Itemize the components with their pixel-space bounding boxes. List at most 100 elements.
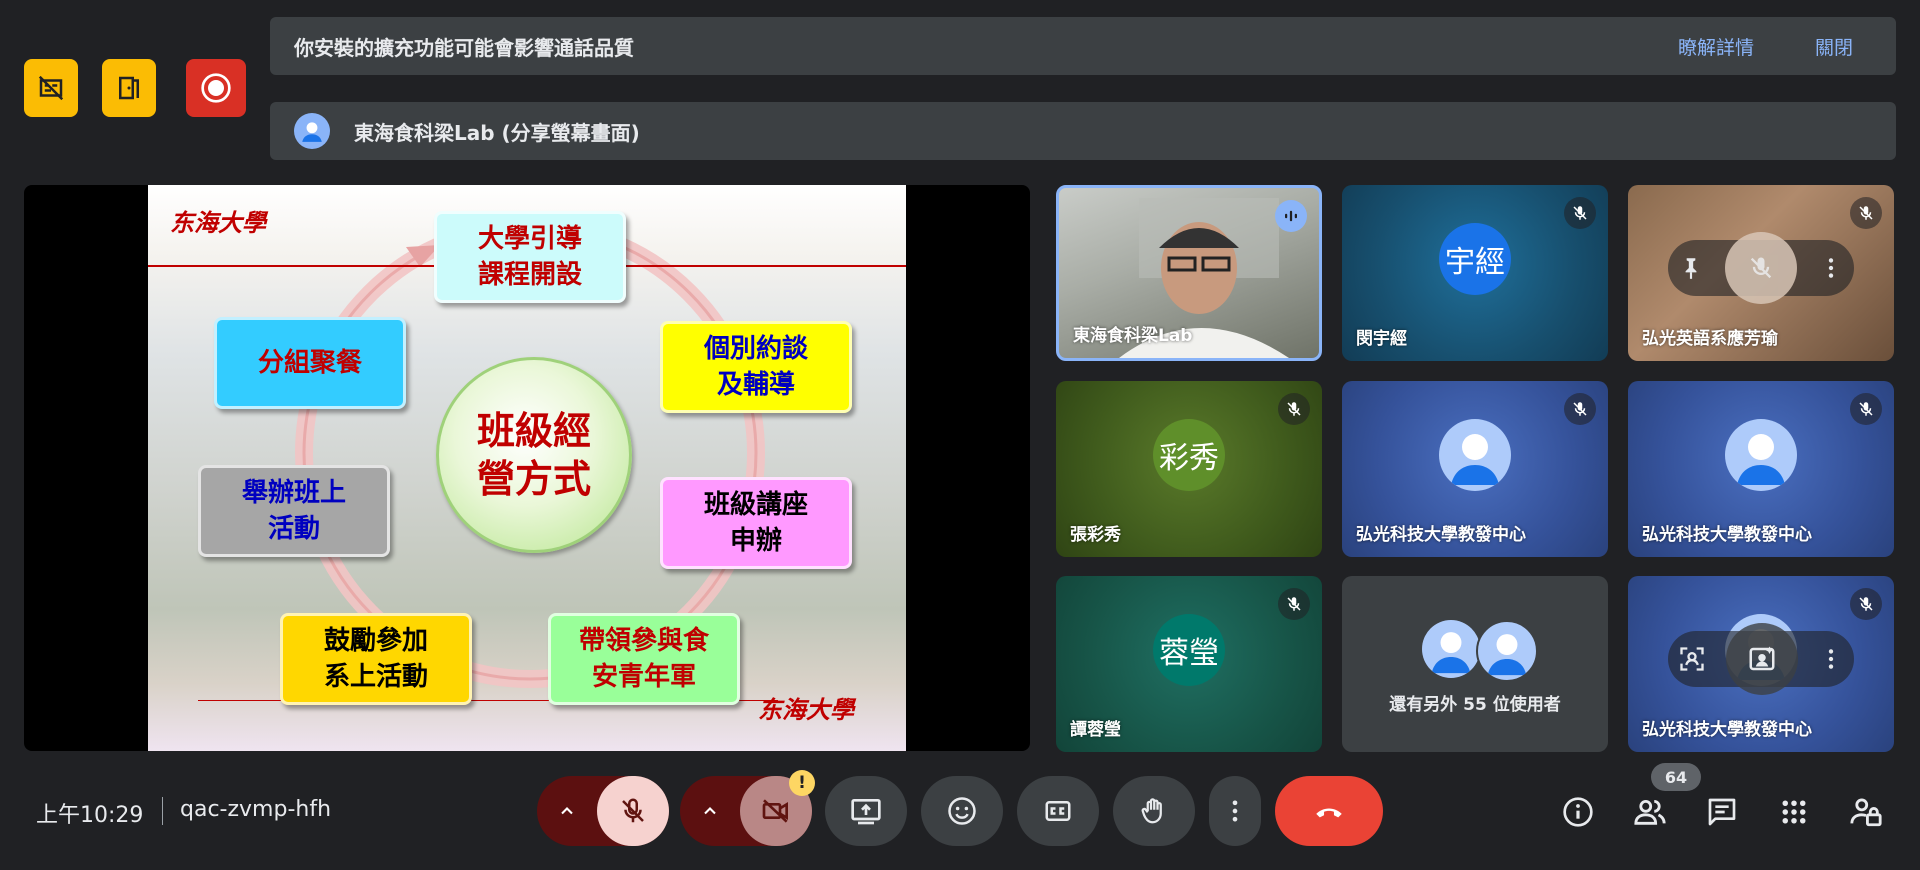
slide-box-group-dinner: 分組聚餐 [214,317,406,409]
center-line: 班級經 [476,408,591,453]
others-tile[interactable]: 還有另外 55 位使用者 [1342,576,1608,752]
person-icon [1737,434,1785,485]
box-line: 舉辦班上 [241,478,346,508]
captions-off-status-button[interactable] [24,59,78,117]
box-line: 大學引導 [477,224,582,254]
people-button[interactable] [1628,790,1672,834]
default-avatar [1439,419,1511,491]
mic-off-icon [1850,197,1882,229]
box-line: 安青年軍 [591,662,696,692]
participant-initials: 彩秀 [1153,419,1225,491]
presentation-slide: 东海大學 东海大學 班級經 營方式 大學引導 課程開設 個別約談 及輔導 班級講座 申辦… [148,185,906,751]
pin-icon[interactable] [1678,255,1704,281]
mic-off-icon [1750,257,1772,279]
close-banner-button[interactable]: 關閉 [1815,33,1853,60]
participant-tile[interactable]: 弘光英語系應芳瑜 [1628,185,1894,361]
learn-more-link[interactable]: 瞭解詳情 [1678,33,1754,60]
participant-tile[interactable]: 彩秀 張彩秀 [1056,381,1322,557]
leave-call-button[interactable] [1275,776,1383,846]
closed-captions-icon [1045,801,1071,821]
reactions-button[interactable] [921,776,1003,846]
participant-name: 弘光英語系應芳瑜 [1642,329,1778,349]
info-icon [1563,797,1593,827]
audio-options-button[interactable] [537,776,597,846]
door-exit-icon [119,76,139,100]
chat-button[interactable] [1700,790,1744,834]
center-topic-circle: 班級經 營方式 [436,357,632,553]
participant-name: 東海食科梁Lab [1073,326,1193,346]
tunghai-logo-top: 东海大學 [170,208,266,237]
host-controls-button[interactable] [1844,790,1888,834]
meeting-time: 上午10:29 [36,803,144,828]
slide-box-guidance-course: 大學引導 課程開設 [434,211,626,303]
present-screen-icon [851,799,881,825]
default-avatar [1725,419,1797,491]
record-icon [201,73,231,103]
hand-icon [1141,798,1162,824]
recording-status-button[interactable] [186,59,246,117]
framing-icon[interactable] [1678,645,1706,673]
chevron-up-icon [704,807,716,815]
participant-name: 弘光科技大學教發中心 [1642,720,1812,740]
present-screen-button[interactable] [825,776,907,846]
chat-icon [1708,798,1736,826]
person-icon [302,122,322,142]
presentation-view[interactable]: 东海大學 东海大學 班級經 營方式 大學引導 課程開設 個別約談 及輔導 班級講座 申辦… [24,185,1030,751]
box-line: 系上活動 [323,662,428,692]
host-lock-icon [1850,798,1882,827]
meeting-details-button[interactable] [1556,790,1600,834]
apps-grid-icon [1782,800,1806,824]
people-count-badge: 64 [1651,763,1701,791]
presenting-banner: 東海食科梁Lab (分享螢幕畫面) [270,102,1896,160]
person-icon [1487,634,1527,676]
participant-name: 閔宇經 [1356,329,1407,349]
participant-tile[interactable]: 宇經 閔宇經 [1342,185,1608,361]
participant-tile-presenter[interactable]: 東海食科梁Lab [1056,185,1322,361]
presenting-text: 東海食科梁Lab (分享螢幕畫面) [354,120,640,145]
person-icon [1451,434,1499,485]
visual-effects-icon [1749,646,1775,671]
time-divider [162,797,163,825]
mic-off-icon [1278,393,1310,425]
visual-effects-button[interactable] [1726,623,1798,695]
participant-tile[interactable]: 弘光科技大學教發中心 [1628,381,1894,557]
mic-off-icon [622,798,644,823]
extension-warning-banner: 你安裝的擴充功能可能會影響通話品質 瞭解詳情 關閉 [270,17,1896,75]
participant-tile[interactable]: 弘光科技大學教發中心 [1628,576,1894,752]
more-vert-icon[interactable] [1818,255,1844,281]
participant-tile[interactable]: 蓉瑩 譚蓉瑩 [1056,576,1322,752]
box-line: 鼓勵參加 [323,626,428,656]
box-line: 個別約談 [703,334,808,364]
box-line: 活動 [267,514,320,544]
more-vert-icon[interactable] [1818,646,1844,672]
slide-box-class-activities: 舉辦班上 活動 [198,465,390,557]
center-line: 營方式 [476,456,591,501]
activities-button[interactable] [1772,790,1816,834]
mic-off-icon [1278,588,1310,620]
mic-off-icon [1564,393,1596,425]
microphone-toggle-button[interactable] [597,776,669,846]
camera-off-icon [762,799,788,823]
captions-button[interactable] [1017,776,1099,846]
hang-up-icon [1316,808,1342,818]
raise-hand-button[interactable] [1113,776,1195,846]
tile-hover-controls [1668,232,1854,304]
more-options-button[interactable] [1209,776,1261,846]
video-options-button[interactable] [680,776,740,846]
mute-participant-button[interactable] [1724,232,1797,304]
presenter-avatar [294,113,330,149]
door-status-button[interactable] [102,59,156,117]
self-view-controls [1668,623,1854,695]
mic-off-icon [1850,393,1882,425]
emoji-icon [948,797,976,825]
participant-tile[interactable]: 弘光科技大學教發中心 [1342,381,1608,557]
slide-box-food-safety-youth: 帶領參與食 安青年軍 [548,613,740,705]
mic-off-icon [1850,588,1882,620]
other-avatar [1476,620,1538,682]
slide-box-class-lecture: 班級講座 申辦 [660,477,852,569]
people-icon [1634,799,1666,825]
box-line: 分組聚餐 [257,348,362,378]
slide-box-individual-counseling: 個別約談 及輔導 [660,321,852,413]
participant-initials: 宇經 [1439,223,1511,295]
camera-warning-badge: ! [789,770,815,796]
